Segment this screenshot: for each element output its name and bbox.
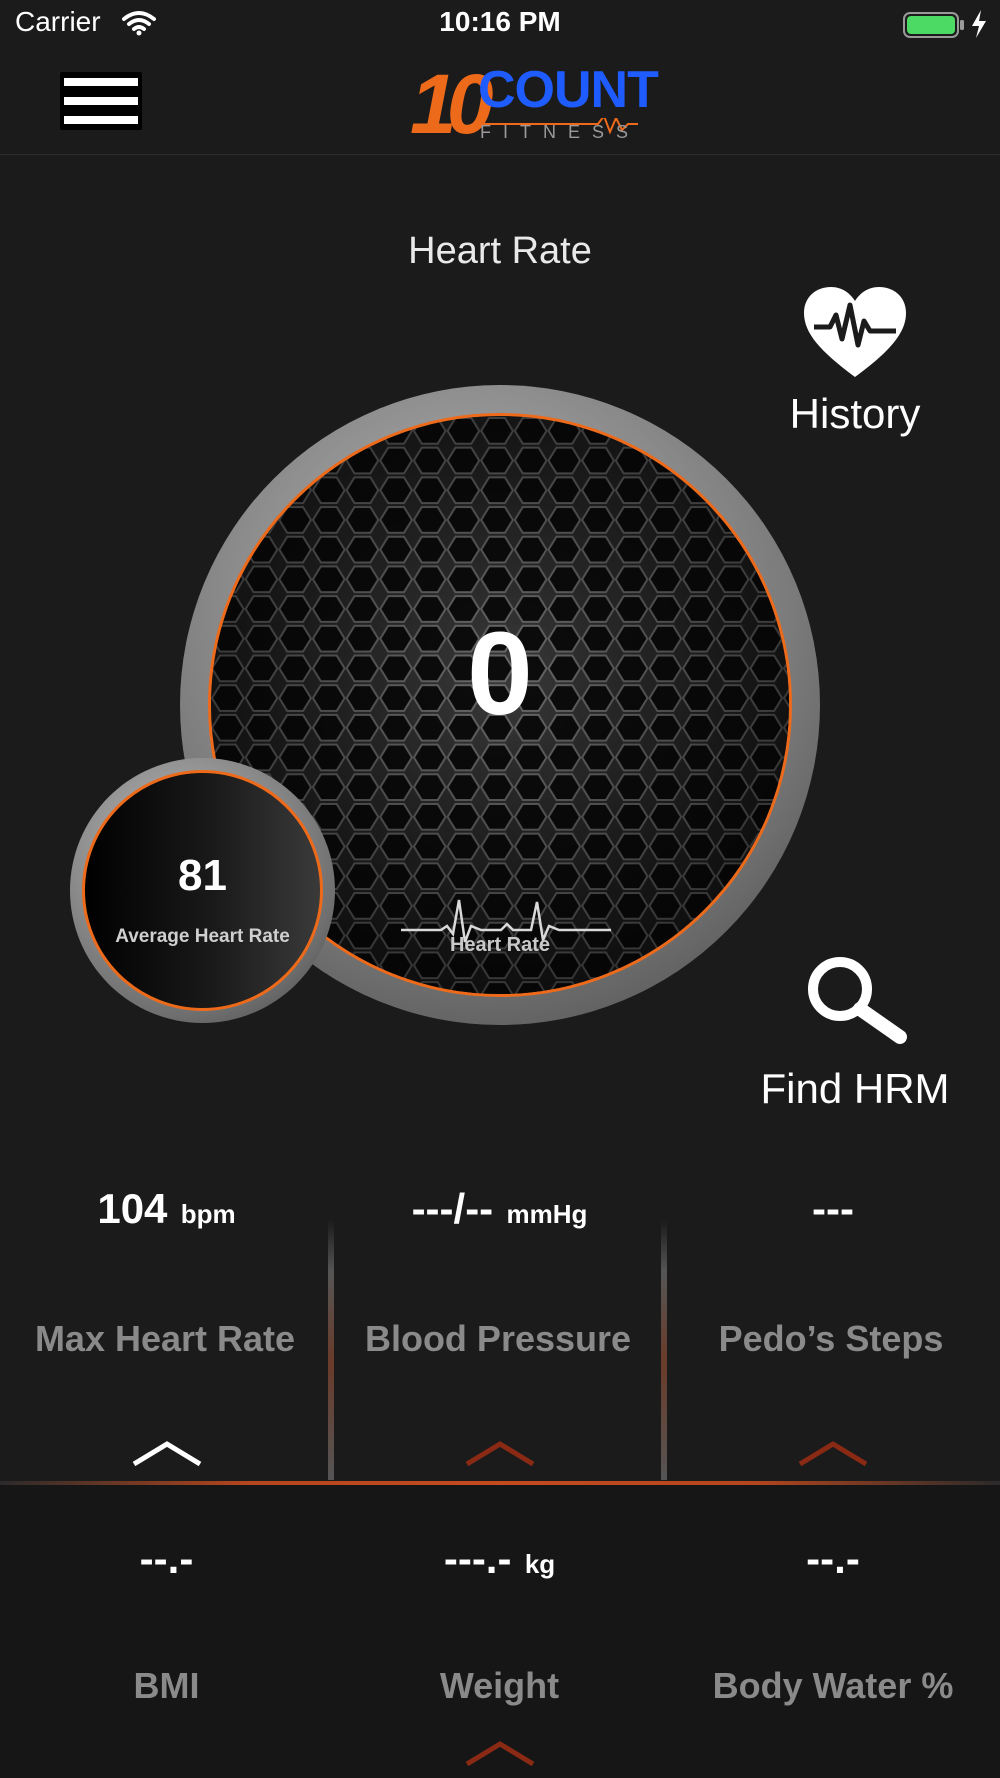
metric-value: --- bbox=[812, 1185, 854, 1232]
metric-bmi-value-row: --.- bbox=[0, 1535, 333, 1583]
find-hrm-button[interactable]: Find HRM bbox=[745, 955, 965, 1115]
status-time: 10:16 PM bbox=[439, 6, 561, 37]
metric-label-body-water[interactable]: Body Water % bbox=[666, 1665, 1000, 1707]
metric-label-bmi[interactable]: BMI bbox=[0, 1665, 333, 1707]
metric-label-blood-pressure[interactable]: Blood Pressure bbox=[333, 1318, 663, 1360]
average-heart-rate-value: 81 bbox=[178, 851, 227, 900]
metric-label-pedo-steps[interactable]: Pedo’s Steps bbox=[666, 1318, 996, 1360]
average-heart-rate-face: 81 Average Heart Rate bbox=[82, 770, 323, 1011]
metric-value: --.- bbox=[139, 1535, 194, 1582]
logo-number: 10 bbox=[410, 57, 493, 151]
menu-bar-bottom bbox=[64, 116, 138, 124]
column-divider bbox=[661, 1220, 667, 1480]
metric-unit: kg bbox=[524, 1549, 556, 1579]
logo-subtitle: FITNESS bbox=[480, 122, 641, 142]
heart-ecg-icon bbox=[804, 287, 906, 377]
metric-label-weight[interactable]: Weight bbox=[333, 1665, 666, 1707]
history-button[interactable]: History bbox=[770, 285, 940, 445]
chevron-up-icon[interactable] bbox=[465, 1740, 535, 1766]
average-heart-rate-dial: 81 Average Heart Rate bbox=[70, 758, 335, 1023]
heart-rate-value: 0 bbox=[467, 608, 533, 740]
metric-label-max-heart-rate[interactable]: Max Heart Rate bbox=[0, 1318, 330, 1360]
metric-max-heart-rate-value-row: 104 bpm bbox=[0, 1185, 333, 1233]
metric-value: --.- bbox=[806, 1535, 860, 1582]
chevron-up-icon[interactable] bbox=[132, 1440, 202, 1466]
battery-icon bbox=[903, 12, 965, 43]
menu-bar-middle bbox=[64, 97, 138, 105]
menu-button[interactable] bbox=[60, 72, 142, 130]
metric-unit: mmHg bbox=[506, 1199, 588, 1229]
column-divider bbox=[328, 1220, 334, 1480]
find-hrm-label: Find HRM bbox=[760, 1065, 950, 1112]
bottom-metrics-panel bbox=[0, 1485, 1000, 1778]
page-title: Heart Rate bbox=[408, 230, 592, 272]
chevron-up-icon[interactable] bbox=[798, 1440, 868, 1466]
metric-blood-pressure-value-row: ---/-- mmHg bbox=[333, 1185, 666, 1233]
metric-weight-value-row: ---.- kg bbox=[333, 1535, 666, 1583]
metric-body-water-value-row: --.- bbox=[666, 1535, 1000, 1583]
average-heart-rate-label: Average Heart Rate bbox=[115, 926, 290, 947]
metric-unit: bpm bbox=[180, 1199, 236, 1229]
charging-bolt-icon bbox=[970, 10, 988, 43]
chevron-up-icon[interactable] bbox=[465, 1440, 535, 1466]
history-label: History bbox=[789, 390, 921, 437]
magnifier-icon bbox=[808, 957, 907, 1044]
metric-pedo-steps-value-row: --- bbox=[666, 1185, 1000, 1233]
metric-value: 104 bbox=[97, 1185, 168, 1232]
metric-value: ---/-- bbox=[411, 1185, 494, 1232]
section-divider bbox=[0, 1481, 1000, 1485]
menu-bar-top bbox=[64, 78, 138, 86]
metric-value: ---.- bbox=[443, 1535, 512, 1582]
logo-word: COUNT bbox=[478, 61, 659, 119]
